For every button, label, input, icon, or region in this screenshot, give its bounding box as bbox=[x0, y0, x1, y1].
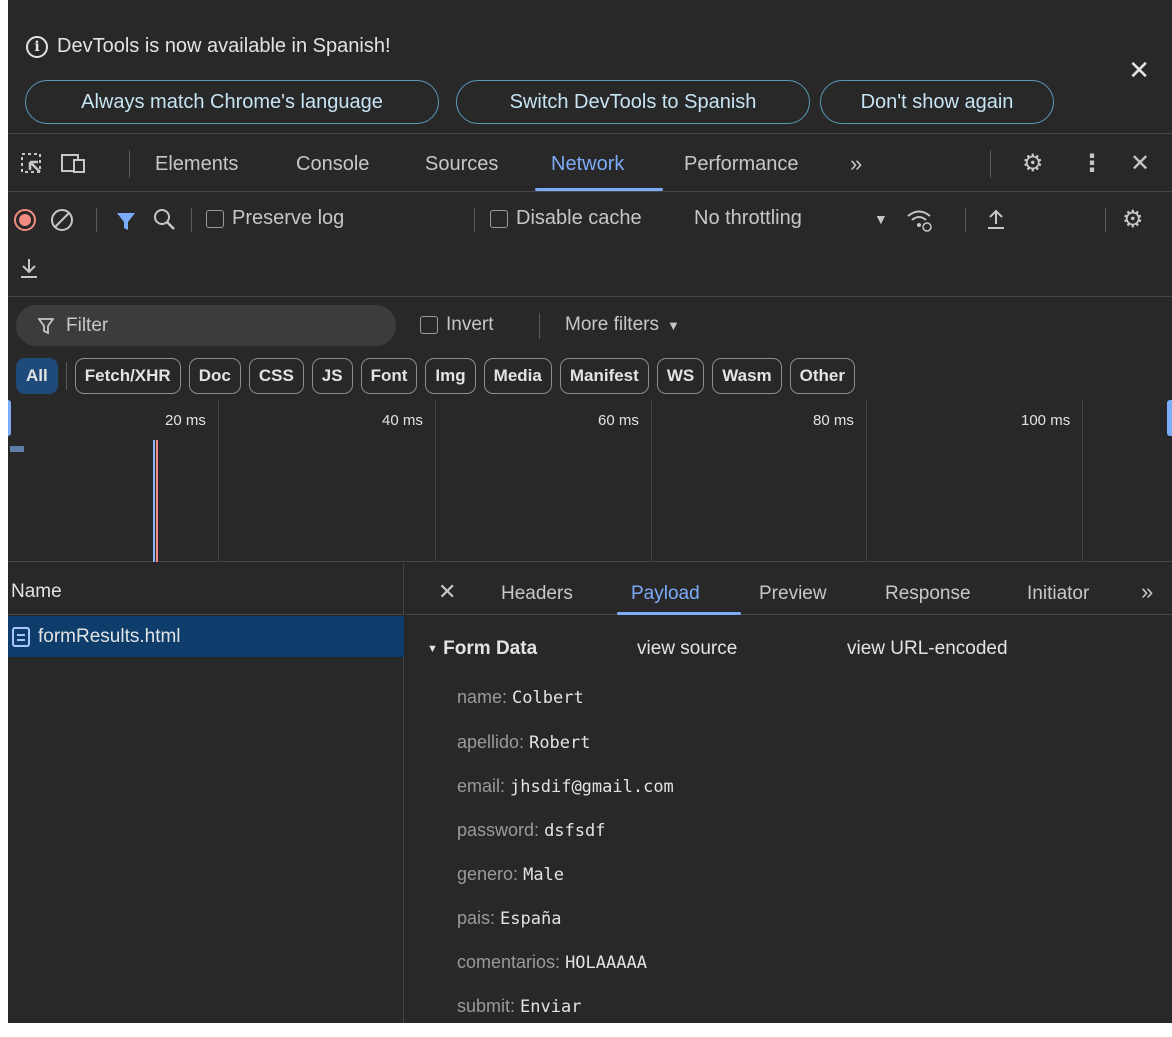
more-filters-dropdown[interactable]: More filters ▼ bbox=[565, 314, 680, 336]
chip-css[interactable]: CSS bbox=[248, 358, 304, 394]
tab-preview[interactable]: Preview bbox=[759, 583, 827, 605]
tab-headers[interactable]: Headers bbox=[501, 583, 573, 605]
tab-network[interactable]: Network bbox=[551, 153, 624, 176]
filter-icon bbox=[38, 317, 54, 334]
throttling-select[interactable]: No throttling bbox=[694, 207, 802, 230]
network-overview-timeline[interactable]: 20 ms 40 ms 60 ms 80 ms 100 ms bbox=[8, 400, 1172, 562]
chip-js[interactable]: JS bbox=[311, 358, 353, 394]
active-detail-tab-indicator bbox=[617, 612, 741, 615]
clear-icon[interactable] bbox=[50, 208, 76, 234]
always-match-language-button[interactable]: Always match Chrome's language bbox=[25, 80, 439, 124]
list-item[interactable]: formResults.html bbox=[8, 616, 404, 657]
chip-other[interactable]: Other bbox=[789, 358, 855, 394]
view-url-encoded-link[interactable]: view URL-encoded bbox=[847, 638, 1008, 660]
form-field: apellido: Robert bbox=[457, 732, 591, 753]
name-column-header[interactable]: Name bbox=[8, 563, 404, 615]
form-field: pais: España bbox=[457, 908, 562, 929]
chip-ws[interactable]: WS bbox=[656, 358, 705, 394]
active-tab-indicator bbox=[535, 188, 663, 191]
form-field: submit: Enviar bbox=[457, 996, 582, 1017]
device-toolbar-icon[interactable] bbox=[60, 152, 88, 176]
request-name: formResults.html bbox=[38, 625, 181, 647]
chip-manifest[interactable]: Manifest bbox=[559, 358, 649, 394]
export-har-icon[interactable] bbox=[18, 256, 40, 280]
chip-all[interactable]: All bbox=[16, 358, 58, 394]
search-icon[interactable] bbox=[153, 208, 177, 232]
timeline-label: 100 ms bbox=[1021, 412, 1071, 429]
network-settings-gear-icon[interactable]: ⚙ bbox=[1122, 205, 1144, 234]
chip-doc[interactable]: Doc bbox=[188, 358, 241, 394]
more-options-icon[interactable]: ⋮ bbox=[1080, 149, 1104, 178]
form-field: genero: Male bbox=[457, 864, 565, 885]
more-tabs-icon[interactable]: » bbox=[850, 151, 862, 177]
form-data-header[interactable]: ▼ Form Data bbox=[427, 638, 537, 660]
import-har-icon[interactable] bbox=[985, 207, 1007, 231]
close-devtools-icon[interactable]: ✕ bbox=[1130, 149, 1150, 178]
form-field: password: dsfsdf bbox=[457, 820, 606, 841]
network-toolbar: Preserve log Disable cache No throttling… bbox=[8, 193, 1172, 297]
tab-console[interactable]: Console bbox=[296, 153, 369, 176]
timeline-left-handle[interactable] bbox=[8, 400, 11, 436]
devtools-window: i DevTools is now available in Spanish! … bbox=[8, 0, 1172, 1037]
dom-content-loaded-marker bbox=[153, 440, 155, 562]
record-icon[interactable] bbox=[13, 208, 39, 234]
form-field: comentarios: HOLAAAAA bbox=[457, 952, 647, 973]
payload-panel: ▼ Form Data view source view URL-encoded… bbox=[405, 616, 1172, 1023]
dont-show-again-button[interactable]: Don't show again bbox=[820, 80, 1054, 124]
language-infobar: i DevTools is now available in Spanish! … bbox=[8, 0, 1172, 134]
timeline-request-bar bbox=[10, 446, 24, 452]
resource-type-filters: All Fetch/XHR Doc CSS JS Font Img Media … bbox=[16, 358, 855, 394]
timeline-right-handle[interactable] bbox=[1167, 400, 1172, 436]
chip-font[interactable]: Font bbox=[360, 358, 418, 394]
settings-gear-icon[interactable]: ⚙ bbox=[1022, 149, 1044, 178]
close-icon[interactable]: ✕ bbox=[1128, 55, 1150, 86]
chip-fetch-xhr[interactable]: Fetch/XHR bbox=[74, 358, 181, 394]
chip-media[interactable]: Media bbox=[483, 358, 552, 394]
timeline-label: 20 ms bbox=[165, 412, 206, 429]
load-event-marker bbox=[156, 440, 158, 562]
more-tabs-icon[interactable]: » bbox=[1141, 579, 1153, 605]
main-toolbar: Elements Console Sources Network Perform… bbox=[8, 135, 1172, 192]
timeline-label: 60 ms bbox=[598, 412, 639, 429]
tab-elements[interactable]: Elements bbox=[155, 153, 238, 176]
close-detail-icon[interactable]: ✕ bbox=[438, 579, 456, 605]
filter-input[interactable]: Filter bbox=[16, 305, 396, 346]
switch-to-spanish-button[interactable]: Switch DevTools to Spanish bbox=[456, 80, 810, 124]
tab-sources[interactable]: Sources bbox=[425, 153, 498, 176]
tab-performance[interactable]: Performance bbox=[684, 153, 799, 176]
network-conditions-icon[interactable] bbox=[905, 207, 935, 233]
request-detail-tabs: ✕ Headers Payload Preview Response Initi… bbox=[405, 563, 1172, 615]
infobar-message: DevTools is now available in Spanish! bbox=[57, 35, 391, 57]
chip-wasm[interactable]: Wasm bbox=[712, 358, 782, 394]
view-source-link[interactable]: view source bbox=[637, 638, 737, 660]
inspect-element-icon[interactable] bbox=[20, 152, 44, 176]
filter-icon[interactable] bbox=[115, 210, 137, 232]
tab-response[interactable]: Response bbox=[885, 583, 971, 605]
chevron-down-icon: ▼ bbox=[666, 317, 680, 333]
invert-checkbox[interactable]: Invert bbox=[420, 314, 494, 336]
chevron-down-icon[interactable]: ▼ bbox=[874, 211, 888, 227]
tab-initiator[interactable]: Initiator bbox=[1027, 583, 1089, 605]
tab-payload[interactable]: Payload bbox=[631, 583, 700, 605]
info-icon: i bbox=[26, 35, 48, 58]
disable-cache-checkbox[interactable]: Disable cache bbox=[490, 207, 642, 230]
form-field: email: jhsdif@gmail.com bbox=[457, 776, 674, 797]
timeline-label: 80 ms bbox=[813, 412, 854, 429]
chip-img[interactable]: Img bbox=[425, 358, 476, 394]
preserve-log-checkbox[interactable]: Preserve log bbox=[206, 207, 344, 230]
timeline-label: 40 ms bbox=[382, 412, 423, 429]
request-list: formResults.html bbox=[8, 616, 404, 1037]
document-icon bbox=[12, 626, 30, 647]
form-field: name: Colbert bbox=[457, 687, 584, 708]
triangle-down-icon: ▼ bbox=[427, 642, 438, 655]
